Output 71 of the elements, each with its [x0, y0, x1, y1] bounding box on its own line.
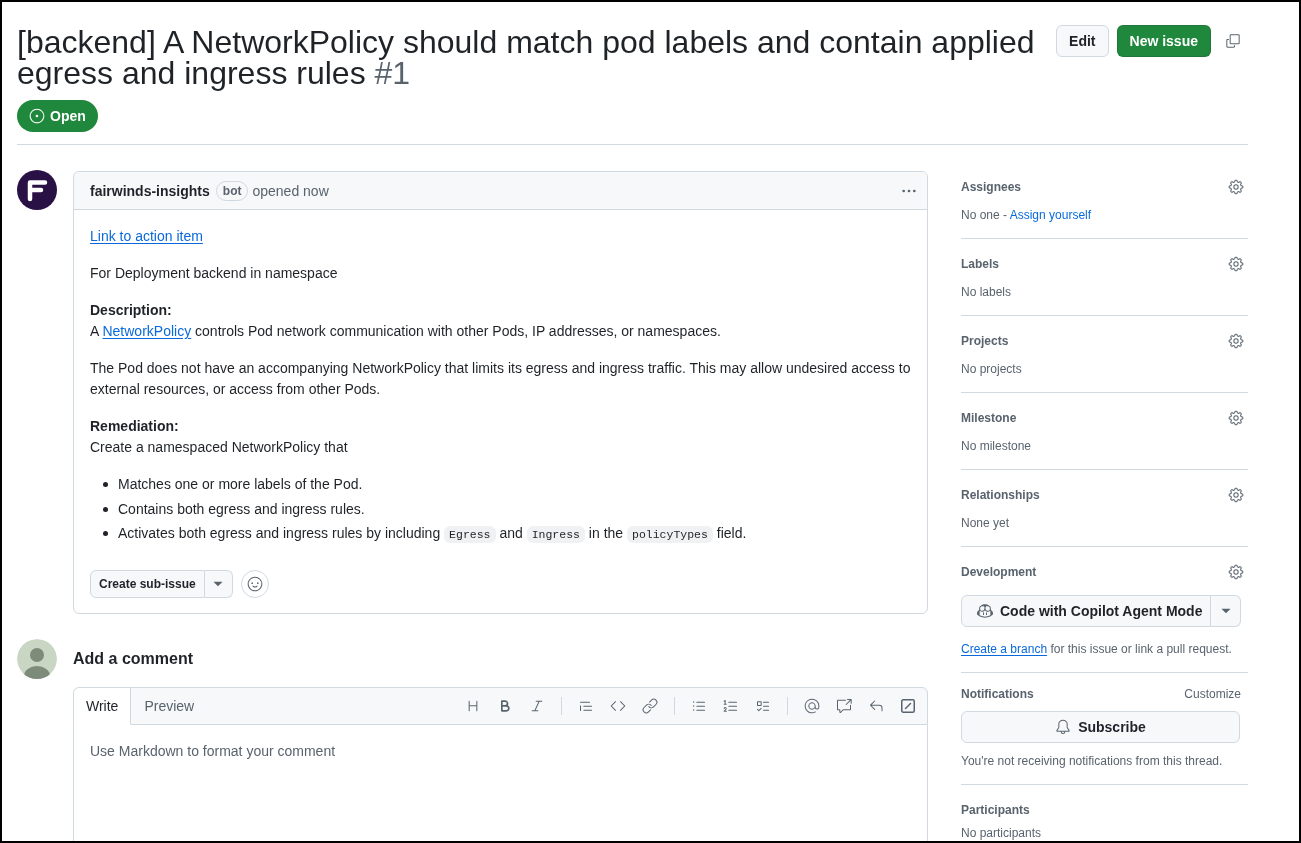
gear-icon[interactable]: [1228, 487, 1244, 503]
create-sub-issue-button[interactable]: Create sub-issue: [90, 570, 205, 598]
add-reaction-button[interactable]: [240, 570, 269, 598]
editor-tab[interactable]: Preview: [131, 688, 208, 725]
at-sign-icon[interactable]: [804, 698, 820, 714]
gear-icon[interactable]: [1228, 564, 1244, 580]
inline-link[interactable]: NetworkPolicy: [102, 323, 192, 339]
add-comment-heading: Add a comment: [73, 650, 193, 668]
user-avatar-icon: [17, 639, 57, 679]
section-value: No milestone: [961, 438, 1032, 455]
section-title: Notifications: [961, 686, 1034, 703]
bulleted-list-icon[interactable]: [691, 698, 707, 714]
section-note: Create a branch for this issue or link a pull request.: [961, 641, 1232, 658]
bell-icon: [1055, 719, 1072, 735]
logo-avatar-icon: [17, 170, 57, 210]
section-title: Labels: [961, 256, 999, 273]
status-label: Open: [17, 100, 98, 132]
comment-input[interactable]: Use Markdown to format your comment: [73, 725, 928, 841]
italic-icon[interactable]: [529, 698, 545, 714]
section-title: Development: [961, 564, 1037, 581]
inline-link[interactable]: Create a branch: [961, 642, 1048, 656]
gear-icon[interactable]: [1228, 333, 1244, 349]
author-link[interactable]: fairwinds-insights: [90, 182, 210, 199]
gear-icon[interactable]: [1228, 256, 1244, 272]
timestamp-text: opened now: [252, 182, 329, 199]
editor-tab[interactable]: Write: [74, 688, 132, 725]
section-heading: Description:: [90, 301, 172, 320]
dropdown-button[interactable]: [204, 570, 233, 598]
section-value: None yet: [961, 515, 1010, 532]
action-item-link[interactable]: Link to action item: [90, 226, 203, 247]
robot-face-icon: [977, 603, 993, 619]
section-note: You're not receiving notifications from this thread.: [961, 753, 1223, 770]
section-heading: Remediation:: [90, 417, 179, 436]
section-title: Relationships: [961, 487, 1040, 504]
gear-icon[interactable]: [1228, 410, 1244, 426]
list-item-text: Matches one or more labels of the Pod.: [118, 475, 363, 494]
section-value: No labels: [961, 284, 1012, 301]
copy-icon[interactable]: [1225, 33, 1241, 49]
section-value: No projects: [961, 361, 1022, 378]
customize-link[interactable]: Customize: [1184, 685, 1241, 703]
subscribe-button[interactable]: Subscribe: [961, 711, 1240, 743]
bullet-icon: [103, 482, 108, 487]
list-item-text: Activates both egress and ingress rules by including Egress and Ingress in the policyTypes field.: [118, 524, 747, 545]
smiley-icon: [246, 576, 263, 592]
inline-link[interactable]: Assign yourself: [1009, 208, 1092, 222]
chain-link-icon[interactable]: [642, 698, 658, 714]
paragraph-text: For Deployment backend in namespace: [90, 264, 338, 283]
issue-title: [backend] A NetworkPolicy should match pod labels and contain applied egress and ingress rules #1: [17, 27, 1036, 89]
section-value: No one - Assign yourself: [961, 207, 1092, 224]
gear-icon[interactable]: [1228, 179, 1244, 195]
section-title: Assignees: [961, 179, 1022, 196]
section-title: Participants: [961, 802, 1030, 819]
section-title: Projects: [961, 333, 1009, 350]
new-issue-button[interactable]: New issue: [1116, 25, 1211, 57]
section-value: No participants: [961, 825, 1042, 841]
copilot-button[interactable]: Code with Copilot Agent Mode: [961, 595, 1212, 627]
paragraph-text: The Pod does not have an accompanying NetworkPolicy that limits its egress and ingress traffic. This may allow undesired access to external resources, or access from other Pods.: [90, 359, 911, 399]
checklist-icon[interactable]: [755, 698, 771, 714]
speech-bubble-arrow-icon[interactable]: [836, 698, 852, 714]
list-item-text: Contains both egress and ingress rules.: [118, 499, 365, 519]
section-title: Milestone: [961, 410, 1017, 427]
slash-square-icon[interactable]: [900, 698, 916, 714]
edit-button[interactable]: Edit: [1056, 25, 1109, 57]
dropdown-button[interactable]: [1211, 595, 1241, 627]
bullet-icon: [103, 531, 108, 536]
reply-arrow-icon[interactable]: [868, 698, 884, 714]
numbered-list-icon[interactable]: [723, 698, 739, 714]
paragraph-text: Create a namespaced NetworkPolicy that: [90, 438, 348, 457]
code-brackets-icon[interactable]: [610, 698, 626, 714]
paragraph-text: A NetworkPolicy controls Pod network communication with other Pods, IP addresses, or namespaces.: [90, 322, 721, 341]
bullet-icon: [103, 506, 108, 512]
